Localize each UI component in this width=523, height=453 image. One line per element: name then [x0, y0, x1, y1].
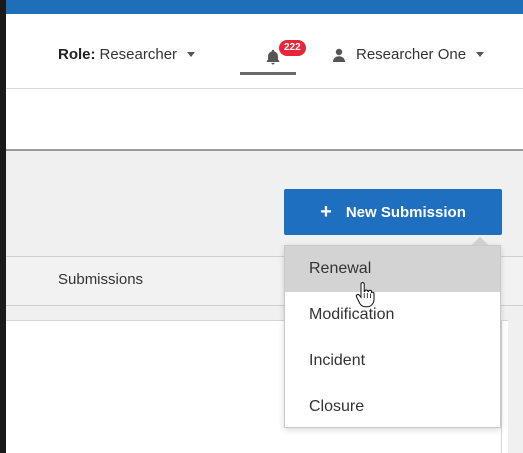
menu-item-renewal[interactable]: Renewal: [285, 246, 500, 292]
notifications-active-indicator: [240, 72, 296, 75]
panel-border: [501, 320, 502, 453]
chevron-down-icon: [187, 52, 196, 57]
new-submission-button[interactable]: + New Submission: [284, 189, 502, 235]
app-header: Role: Researcher 222 Researcher One: [6, 14, 523, 88]
role-selector[interactable]: Role: Researcher: [58, 46, 196, 63]
hand-cursor-icon: [355, 282, 375, 308]
window-left-edge: [0, 0, 6, 453]
page-subheader: [6, 89, 523, 151]
app-window: Role: Researcher 222 Researcher One Subm…: [0, 0, 523, 453]
user-icon: [333, 48, 345, 62]
menu-item-modification[interactable]: Modification: [285, 292, 500, 338]
role-value: Researcher: [99, 46, 178, 63]
notification-count-badge: 222: [279, 40, 306, 56]
user-menu[interactable]: Researcher One: [332, 46, 485, 63]
plus-icon: +: [320, 201, 332, 223]
role-label: Role:: [58, 46, 96, 63]
menu-item-closure[interactable]: Closure: [285, 384, 500, 430]
chevron-down-icon: [476, 52, 485, 57]
user-name: Researcher One: [356, 46, 467, 63]
new-submission-label: New Submission: [345, 203, 466, 221]
tab-submissions[interactable]: Submissions: [58, 271, 143, 288]
new-submission-dropdown: Renewal Modification Incident Closure: [284, 245, 501, 428]
top-accent-bar: [0, 0, 523, 14]
menu-item-incident[interactable]: Incident: [285, 338, 500, 384]
dropdown-pointer-inner: [473, 238, 487, 245]
